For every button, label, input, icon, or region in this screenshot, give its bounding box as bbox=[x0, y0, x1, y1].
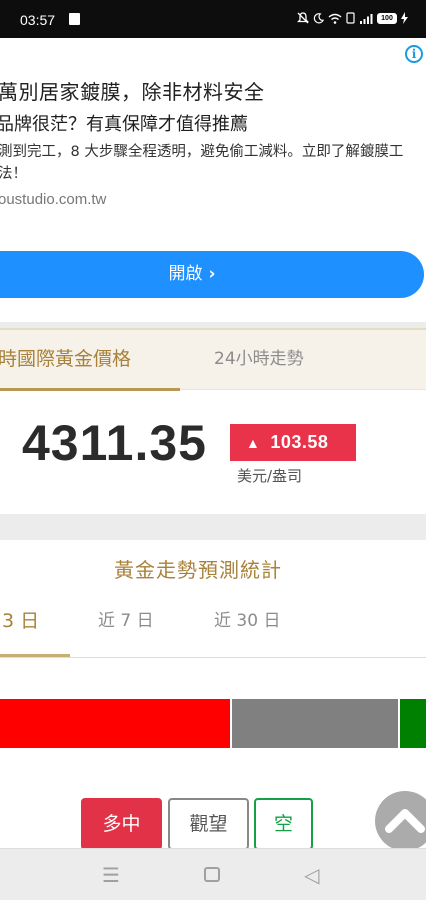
divider bbox=[0, 514, 426, 540]
moon-icon bbox=[313, 12, 324, 23]
mute-icon bbox=[297, 12, 309, 24]
bullish-button[interactable]: 多中 bbox=[81, 798, 162, 850]
price-unit: 美元/盎司 bbox=[237, 467, 303, 485]
battery-icon: 100 bbox=[377, 12, 397, 24]
price-change-value: 103.58 bbox=[270, 432, 329, 452]
forecast-title: 黃金走勢預測統計 bbox=[114, 558, 282, 582]
system-nav-bar: ☰ ◁ bbox=[0, 848, 426, 900]
home-icon[interactable] bbox=[204, 867, 220, 882]
wifi-icon bbox=[328, 13, 342, 24]
forecast-stats-card: 黃金走勢預測統計 3 日 近 7 日 近 30 日 多中 觀望 空 bbox=[0, 540, 426, 850]
ad-open-button[interactable]: 開啟 › bbox=[0, 251, 424, 298]
gold-price-value: 4311.35 bbox=[22, 415, 207, 471]
signal-icon bbox=[360, 13, 373, 24]
bearish-button[interactable]: 空 bbox=[254, 798, 313, 850]
forecast-period-tabs: 3 日 近 7 日 近 30 日 bbox=[0, 598, 426, 658]
bullish-bar-segment bbox=[0, 699, 230, 748]
tab-7-days[interactable]: 近 7 日 bbox=[98, 598, 154, 657]
status-bar: 03:57 100 bbox=[0, 0, 426, 38]
tab-3-days[interactable]: 3 日 bbox=[0, 598, 70, 657]
back-icon[interactable]: ◁ bbox=[304, 863, 319, 887]
ad-banner[interactable]: i 萬別居家鍍膜，除非材料安全 品牌很茫？有真保障才值得推薦 測到完工，8 大步… bbox=[0, 38, 426, 322]
ad-description: 測到完工，8 大步驟全程透明，避免偷工減料。立即了解鍍膜工法！ bbox=[0, 144, 404, 182]
sim-icon bbox=[346, 12, 355, 24]
ad-url[interactable]: oustudio.com.tw bbox=[0, 191, 106, 208]
chevron-up-icon bbox=[385, 809, 425, 833]
charging-icon bbox=[401, 12, 408, 24]
price-tabs: 時國際黃金價格 24小時走勢 bbox=[0, 328, 426, 391]
menu-icon[interactable]: ☰ bbox=[102, 863, 120, 887]
ad-headline[interactable]: 萬別居家鍍膜，除非材料安全 bbox=[0, 76, 265, 105]
ad-open-label: 開啟 bbox=[168, 264, 203, 284]
gold-price-card: 時國際黃金價格 24小時走勢 4311.35 ▲ 103.58 美元/盎司 bbox=[0, 328, 426, 514]
tab-24h-trend[interactable]: 24小時走勢 bbox=[214, 330, 304, 391]
ad-subheadline[interactable]: 品牌很茫？有真保障才值得推薦 bbox=[0, 110, 248, 136]
tab-30-days[interactable]: 近 30 日 bbox=[214, 598, 280, 657]
status-time: 03:57 bbox=[20, 12, 56, 28]
tab-international-gold-price[interactable]: 時國際黃金價格 bbox=[0, 330, 180, 391]
status-icons: 100 bbox=[297, 12, 408, 24]
price-change-badge: ▲ 103.58 bbox=[230, 424, 356, 461]
ad-info-icon[interactable]: i bbox=[405, 45, 423, 63]
up-arrow-icon: ▲ bbox=[246, 435, 261, 451]
notification-icon bbox=[69, 13, 80, 25]
scroll-to-top-button[interactable] bbox=[375, 791, 426, 851]
neutral-bar-segment bbox=[232, 699, 398, 748]
bearish-bar-segment bbox=[400, 699, 426, 748]
chevron-right-icon: › bbox=[208, 264, 216, 284]
neutral-button[interactable]: 觀望 bbox=[168, 798, 249, 850]
